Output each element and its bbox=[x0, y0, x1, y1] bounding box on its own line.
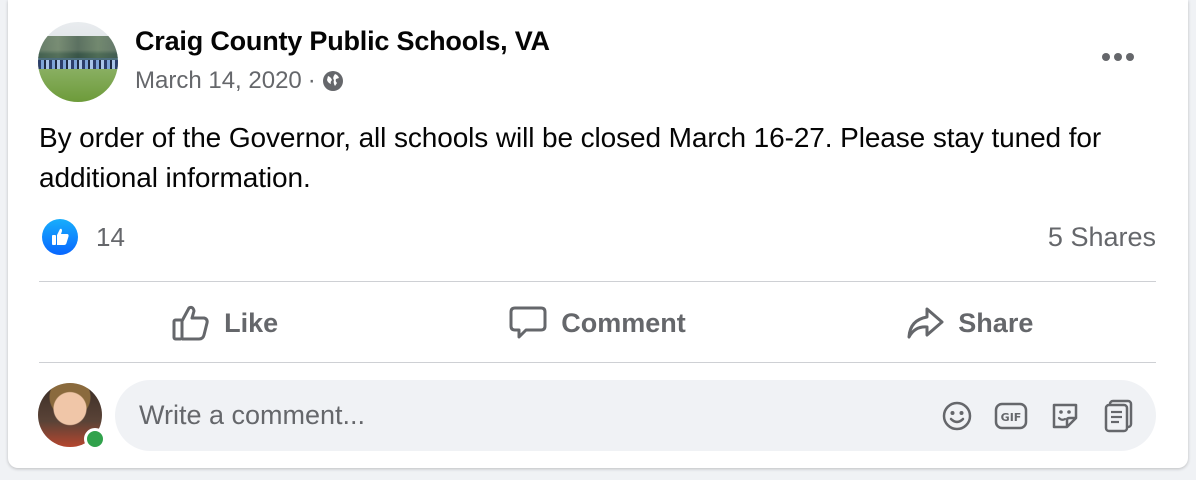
emoji-icon[interactable] bbox=[938, 398, 976, 434]
comment-input[interactable]: Write a comment... GIF bbox=[115, 380, 1156, 451]
gif-icon[interactable]: GIF bbox=[992, 398, 1030, 434]
comment-icon bbox=[509, 306, 547, 339]
online-status-dot bbox=[84, 428, 106, 450]
share-button[interactable]: Share bbox=[784, 284, 1156, 362]
comment-tools: GIF bbox=[922, 398, 1138, 434]
globe-icon[interactable] bbox=[322, 70, 344, 92]
divider-top bbox=[39, 281, 1156, 282]
reactions-summary[interactable]: 14 bbox=[42, 219, 125, 255]
sticker-icon[interactable] bbox=[1046, 398, 1084, 434]
share-arrow-icon bbox=[907, 307, 944, 339]
share-label: Share bbox=[958, 307, 1034, 338]
comment-button[interactable]: Comment bbox=[411, 284, 783, 362]
avatar-sticker-icon[interactable] bbox=[1100, 398, 1138, 434]
svg-text:GIF: GIF bbox=[1001, 411, 1022, 424]
shares-count[interactable]: 5 Shares bbox=[1048, 222, 1156, 253]
post-actions: Like Comment Share bbox=[39, 284, 1156, 362]
post-meta: March 14, 2020 · bbox=[135, 67, 344, 95]
comment-label: Comment bbox=[561, 307, 686, 338]
divider-bottom bbox=[39, 362, 1156, 363]
more-options-button[interactable] bbox=[1098, 40, 1138, 74]
avatar-crowd bbox=[38, 60, 118, 69]
post-date-link[interactable]: March 14, 2020 bbox=[135, 67, 302, 95]
more-options-icon bbox=[1102, 53, 1134, 61]
like-label: Like bbox=[224, 307, 279, 338]
page-name-link[interactable]: Craig County Public Schools, VA bbox=[135, 26, 550, 57]
meta-separator: · bbox=[307, 67, 316, 94]
page-avatar[interactable] bbox=[38, 22, 118, 102]
thumbs-up-icon bbox=[172, 305, 209, 341]
like-button[interactable]: Like bbox=[39, 284, 411, 362]
post-text: By order of the Governor, all schools wi… bbox=[39, 122, 1102, 193]
post-card: Craig County Public Schools, VA March 14… bbox=[8, 0, 1188, 468]
avatar-trees bbox=[38, 36, 118, 58]
like-reaction-icon bbox=[42, 219, 78, 255]
reaction-count: 14 bbox=[96, 221, 125, 252]
comment-placeholder: Write a comment... bbox=[139, 400, 366, 430]
